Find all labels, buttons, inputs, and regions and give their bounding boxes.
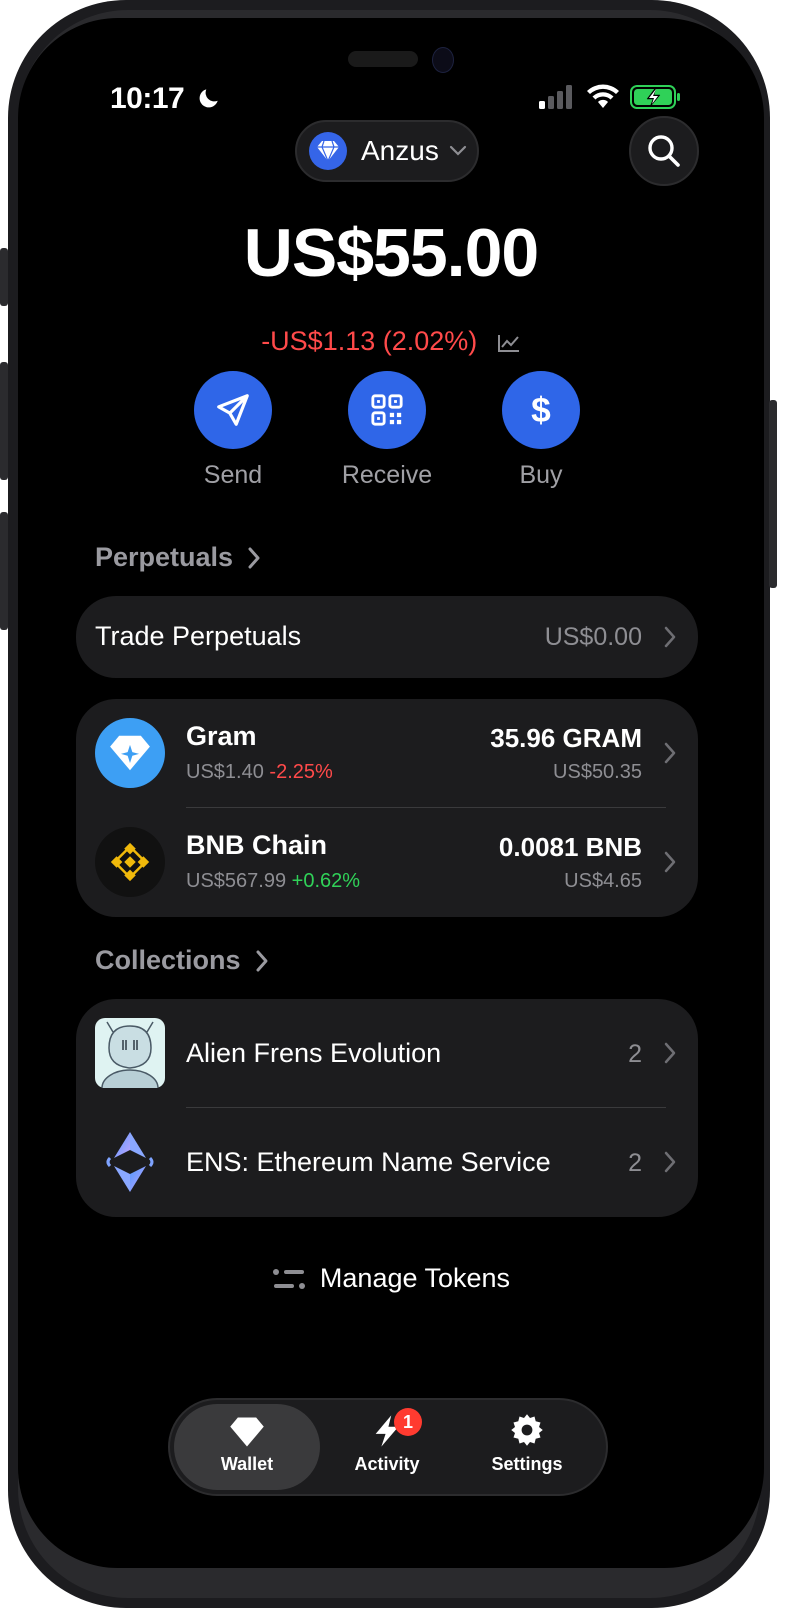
bnb-logo	[95, 827, 165, 897]
send-action[interactable]: Send	[158, 371, 308, 490]
receive-button[interactable]	[348, 371, 426, 449]
send-label: Send	[203, 461, 263, 489]
manage-tokens-label: Manage Tokens	[319, 1263, 511, 1293]
total-balance: US$55.00	[243, 215, 539, 291]
token-price-row: US$567.99 +0.62%	[186, 870, 360, 893]
search-button[interactable]	[629, 116, 699, 186]
send-button[interactable]	[194, 371, 272, 449]
balance-change-text: -US$1.13 (2.02%)	[261, 326, 478, 356]
account-avatar	[309, 132, 347, 170]
settings-tab-icon-wrap	[454, 1404, 600, 1448]
volume-up-button	[0, 362, 8, 480]
gram-logo	[95, 718, 165, 788]
power-button	[769, 400, 777, 588]
collection-name: ENS: Ethereum Name Service	[186, 1147, 551, 1177]
front-camera	[432, 47, 454, 73]
buy-action[interactable]: $ Buy	[466, 371, 616, 490]
dollar-icon: $	[531, 391, 551, 429]
chevron-right-icon	[664, 851, 676, 873]
collection-count: 2	[628, 1040, 642, 1068]
collections-title: Collections	[95, 945, 241, 975]
collections-card: Alien Frens Evolution 2 ENS: Ethereum Na…	[76, 999, 698, 1217]
chevron-right-icon	[248, 547, 260, 568]
token-price: US$567.99	[186, 870, 287, 892]
tab-bar: Wallet Activity 1 Settings	[168, 1398, 608, 1496]
tab-activity[interactable]: Activity 1	[314, 1404, 460, 1490]
token-name: BNB Chain	[186, 830, 327, 860]
ens-logo	[95, 1127, 165, 1197]
alien-character-image	[101, 1021, 159, 1088]
token-row-gram[interactable]: Gram US$1.40 -2.25% 35.96 GRAM US$50.35	[76, 699, 698, 808]
buy-button[interactable]: $	[502, 371, 580, 449]
volume-down-button	[0, 512, 8, 630]
token-amount: 35.96 GRAM	[490, 723, 642, 753]
collection-count: 2	[628, 1149, 642, 1177]
buy-label: Buy	[519, 461, 563, 489]
token-fiat-value: US$50.35	[553, 761, 642, 783]
collections-header[interactable]: Collections	[95, 945, 269, 976]
tab-settings[interactable]: Settings	[454, 1404, 600, 1490]
receive-action[interactable]: Receive	[312, 371, 462, 490]
chart-icon	[497, 334, 519, 352]
balance-change[interactable]: -US$1.13 (2.02%)	[18, 326, 764, 357]
token-change: +0.62%	[291, 870, 361, 892]
token-price: US$1.40	[186, 761, 264, 783]
status-time: 10:17	[110, 82, 222, 116]
tokens-card: Gram US$1.40 -2.25% 35.96 GRAM US$50.35	[76, 699, 698, 917]
tab-label: Activity	[354, 1454, 420, 1474]
chevron-right-icon	[664, 1042, 676, 1064]
perpetuals-header[interactable]: Perpetuals	[95, 542, 261, 573]
gram-diamond-icon	[110, 735, 150, 771]
token-fiat-value: US$4.65	[564, 870, 642, 892]
wifi-icon	[587, 84, 619, 108]
collection-row-alien-frens[interactable]: Alien Frens Evolution 2	[76, 999, 698, 1108]
chevron-right-icon	[256, 950, 268, 971]
gear-icon	[511, 1414, 543, 1446]
chevron-right-icon	[664, 1151, 676, 1173]
screen: 10:17 Anzus US$55.00 -US$1.13 (2.02%) Se…	[18, 18, 764, 1568]
collection-name: Alien Frens Evolution	[186, 1038, 442, 1068]
chevron-right-icon	[664, 742, 676, 764]
account-selector[interactable]: Anzus	[295, 120, 479, 182]
diamond-icon	[230, 1417, 264, 1447]
chevron-right-icon	[664, 626, 676, 648]
dynamic-island-speaker	[348, 51, 418, 67]
token-price-row: US$1.40 -2.25%	[186, 761, 333, 784]
qr-code-icon	[371, 394, 403, 426]
trade-perpetuals-label: Trade Perpetuals	[95, 621, 302, 651]
token-name: Gram	[186, 721, 257, 751]
moon-icon	[199, 89, 218, 108]
token-row-bnb[interactable]: BNB Chain US$567.99 +0.62% 0.0081 BNB US…	[76, 808, 698, 917]
home-indicator	[18, 1548, 764, 1568]
diamond-icon	[317, 140, 339, 162]
alien-frens-thumbnail	[95, 1018, 165, 1088]
send-icon	[217, 394, 249, 426]
chevron-down-icon	[449, 145, 466, 156]
tab-wallet[interactable]: Wallet	[174, 1404, 320, 1490]
signal-icon	[539, 85, 572, 109]
status-icons	[538, 84, 682, 110]
tab-label: Wallet	[220, 1454, 274, 1474]
token-change: -2.25%	[269, 761, 333, 783]
svg-text:$: $	[531, 391, 551, 429]
wallet-tab-icon-wrap	[174, 1404, 320, 1448]
ens-icon	[106, 1132, 154, 1192]
bnb-icon	[110, 842, 150, 882]
tab-label: Settings	[491, 1454, 563, 1474]
manage-tokens-button[interactable]: Manage Tokens	[18, 1263, 764, 1294]
collection-row-ens[interactable]: ENS: Ethereum Name Service 2	[76, 1108, 698, 1217]
account-name: Anzus	[361, 135, 439, 166]
perpetuals-title: Perpetuals	[95, 542, 234, 572]
search-icon	[648, 135, 680, 167]
battery-charging-icon	[630, 85, 680, 109]
action-button	[0, 248, 8, 306]
sliders-icon	[272, 1268, 305, 1289]
receive-label: Receive	[341, 461, 433, 489]
trade-perpetuals-row[interactable]: Trade Perpetuals US$0.00	[76, 596, 698, 678]
token-amount: 0.0081 BNB	[498, 832, 642, 862]
notification-badge: 1	[394, 1408, 422, 1436]
activity-tab-icon-wrap	[314, 1404, 460, 1448]
trade-perpetuals-value: US$0.00	[544, 623, 642, 651]
